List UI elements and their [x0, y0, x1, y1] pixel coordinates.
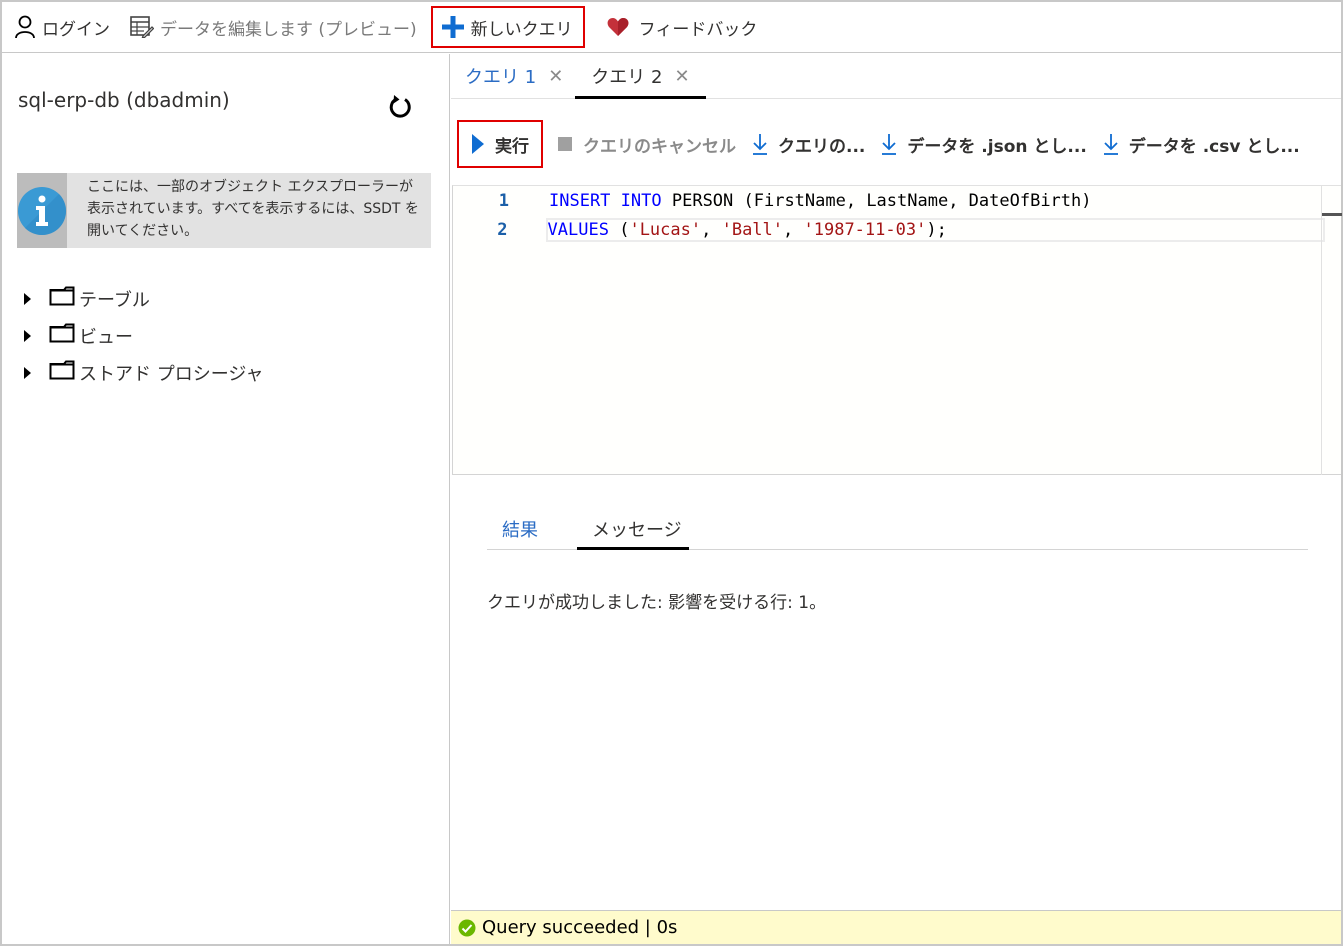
- status-bar: Query succeeded | 0s: [451, 910, 1341, 944]
- tab-label: 結果: [502, 520, 538, 541]
- play-icon: [471, 134, 485, 154]
- save-query-label: クエリの...: [778, 136, 866, 157]
- tab-query-2[interactable]: クエリ 2 ✕: [575, 54, 706, 99]
- tab-label: メッセージ: [592, 520, 682, 541]
- sql-editor[interactable]: 1 INSERT INTO PERSON (FirstName, LastNam…: [452, 185, 1342, 475]
- person-icon: [14, 15, 36, 39]
- folder-icon: [49, 360, 75, 385]
- sql-string: 'Ball': [721, 220, 784, 240]
- results-tabs: 結果 メッセージ: [487, 509, 1308, 550]
- command-bar: ログイン データを編集します (プレビュー) 新しいクエリ フィードバック: [2, 2, 1341, 53]
- sql-keyword: INSERT: [549, 191, 611, 211]
- new-query-button[interactable]: 新しいクエリ: [430, 6, 585, 48]
- info-icon-cell: [17, 173, 67, 248]
- save-csv-button[interactable]: データを .csv とし...: [1103, 132, 1300, 157]
- sql-text: (: [608, 220, 630, 240]
- editor-line: 1 INSERT INTO PERSON (FirstName, LastNam…: [453, 188, 1323, 214]
- tree-item-label: ビュー: [79, 326, 133, 348]
- result-message: クエリが成功しました: 影響を受ける行: 1。: [487, 593, 827, 613]
- sql-text: ,: [701, 220, 722, 240]
- object-explorer: sql-erp-db (dbadmin) ここには、一部のオブジェクト エクスプ…: [2, 54, 450, 944]
- expand-caret-icon[interactable]: [24, 329, 31, 342]
- editor-scrollbar[interactable]: [1321, 186, 1342, 475]
- status-text: Query succeeded | 0s: [482, 917, 678, 938]
- run-label: 実行: [495, 136, 529, 157]
- tab-label: クエリ 1: [465, 67, 537, 88]
- info-text: ここには、一部のオブジェクト エクスプローラーが表示されています。すべてを表示す…: [87, 179, 419, 239]
- cancel-query-button[interactable]: クエリのキャンセル: [557, 132, 736, 157]
- sql-text: ,: [783, 220, 804, 240]
- query-tabs: クエリ 1 ✕ クエリ 2 ✕: [451, 54, 1341, 99]
- line-number: 2: [497, 220, 508, 240]
- info-icon: [18, 186, 67, 235]
- folder-icon: [49, 323, 75, 348]
- download-icon: [752, 133, 768, 155]
- object-tree: テーブル ビュー ストアド プロシージャ: [20, 280, 263, 391]
- cursor-position-marker: [1322, 213, 1342, 216]
- close-icon[interactable]: ✕: [548, 66, 563, 87]
- tab-query-1[interactable]: クエリ 1 ✕: [465, 54, 563, 98]
- sql-text: );: [926, 220, 947, 240]
- expand-caret-icon[interactable]: [24, 292, 31, 305]
- refresh-icon: [388, 94, 414, 124]
- query-panel: クエリ 1 ✕ クエリ 2 ✕ 実行 クエリのキャンセル クエリの... データ…: [451, 54, 1342, 944]
- login-button[interactable]: ログイン: [14, 9, 110, 45]
- save-csv-label: データを .csv とし...: [1128, 136, 1300, 157]
- line-number: 1: [498, 191, 509, 211]
- refresh-button[interactable]: [386, 94, 416, 124]
- query-toolbar: 実行 クエリのキャンセル クエリの... データを .json とし... デー…: [457, 120, 1316, 168]
- sql-string: 'Lucas': [629, 220, 702, 240]
- sql-keyword: VALUES: [547, 220, 609, 240]
- tree-item-tables[interactable]: テーブル: [20, 280, 263, 317]
- folder-icon: [49, 286, 75, 311]
- save-query-button[interactable]: クエリの...: [752, 132, 865, 157]
- heart-icon: [607, 17, 629, 37]
- save-json-button[interactable]: データを .json とし...: [881, 132, 1087, 157]
- login-label: ログイン: [42, 19, 110, 40]
- stop-icon: [557, 136, 573, 152]
- edit-data-label: データを編集します (プレビュー): [160, 19, 417, 40]
- tree-item-label: テーブル: [79, 289, 150, 311]
- sql-string: '1987-11-03': [803, 220, 927, 240]
- editor-line-current: 2 VALUES ('Lucas', 'Ball', '1987-11-03')…: [453, 217, 1326, 243]
- sql-keyword: INTO: [620, 191, 662, 211]
- table-edit-icon: [130, 16, 154, 38]
- feedback-label: フィードバック: [638, 19, 758, 40]
- info-banner: ここには、一部のオブジェクト エクスプローラーが表示されています。すべてを表示す…: [17, 173, 431, 248]
- feedback-button[interactable]: フィードバック: [607, 9, 758, 45]
- code-line[interactable]: VALUES ('Lucas', 'Ball', '1987-11-03');: [545, 218, 1326, 242]
- run-button[interactable]: 実行: [457, 120, 543, 168]
- edit-data-button[interactable]: データを編集します (プレビュー): [130, 9, 417, 45]
- tree-item-stored-procedures[interactable]: ストアド プロシージャ: [20, 354, 263, 391]
- code-line[interactable]: INSERT INTO PERSON (FirstName, LastName,…: [549, 191, 1092, 211]
- download-icon: [881, 133, 897, 155]
- server-title: sql-erp-db (dbadmin): [18, 88, 230, 112]
- tab-label: クエリ 2: [591, 67, 663, 88]
- check-circle-icon: [458, 919, 476, 937]
- tab-messages[interactable]: メッセージ: [577, 509, 689, 550]
- tab-results[interactable]: 結果: [487, 509, 538, 549]
- tree-item-views[interactable]: ビュー: [20, 317, 263, 354]
- download-icon: [1103, 133, 1119, 155]
- tree-item-label: ストアド プロシージャ: [79, 363, 264, 385]
- expand-caret-icon[interactable]: [24, 366, 31, 379]
- new-query-label: 新しいクエリ: [470, 19, 573, 40]
- cancel-query-label: クエリのキャンセル: [583, 136, 736, 157]
- save-json-label: データを .json とし...: [907, 136, 1087, 157]
- close-icon[interactable]: ✕: [674, 66, 689, 87]
- sql-text: PERSON (FirstName, LastName, DateOfBirth…: [661, 191, 1092, 211]
- plus-icon: [441, 15, 465, 39]
